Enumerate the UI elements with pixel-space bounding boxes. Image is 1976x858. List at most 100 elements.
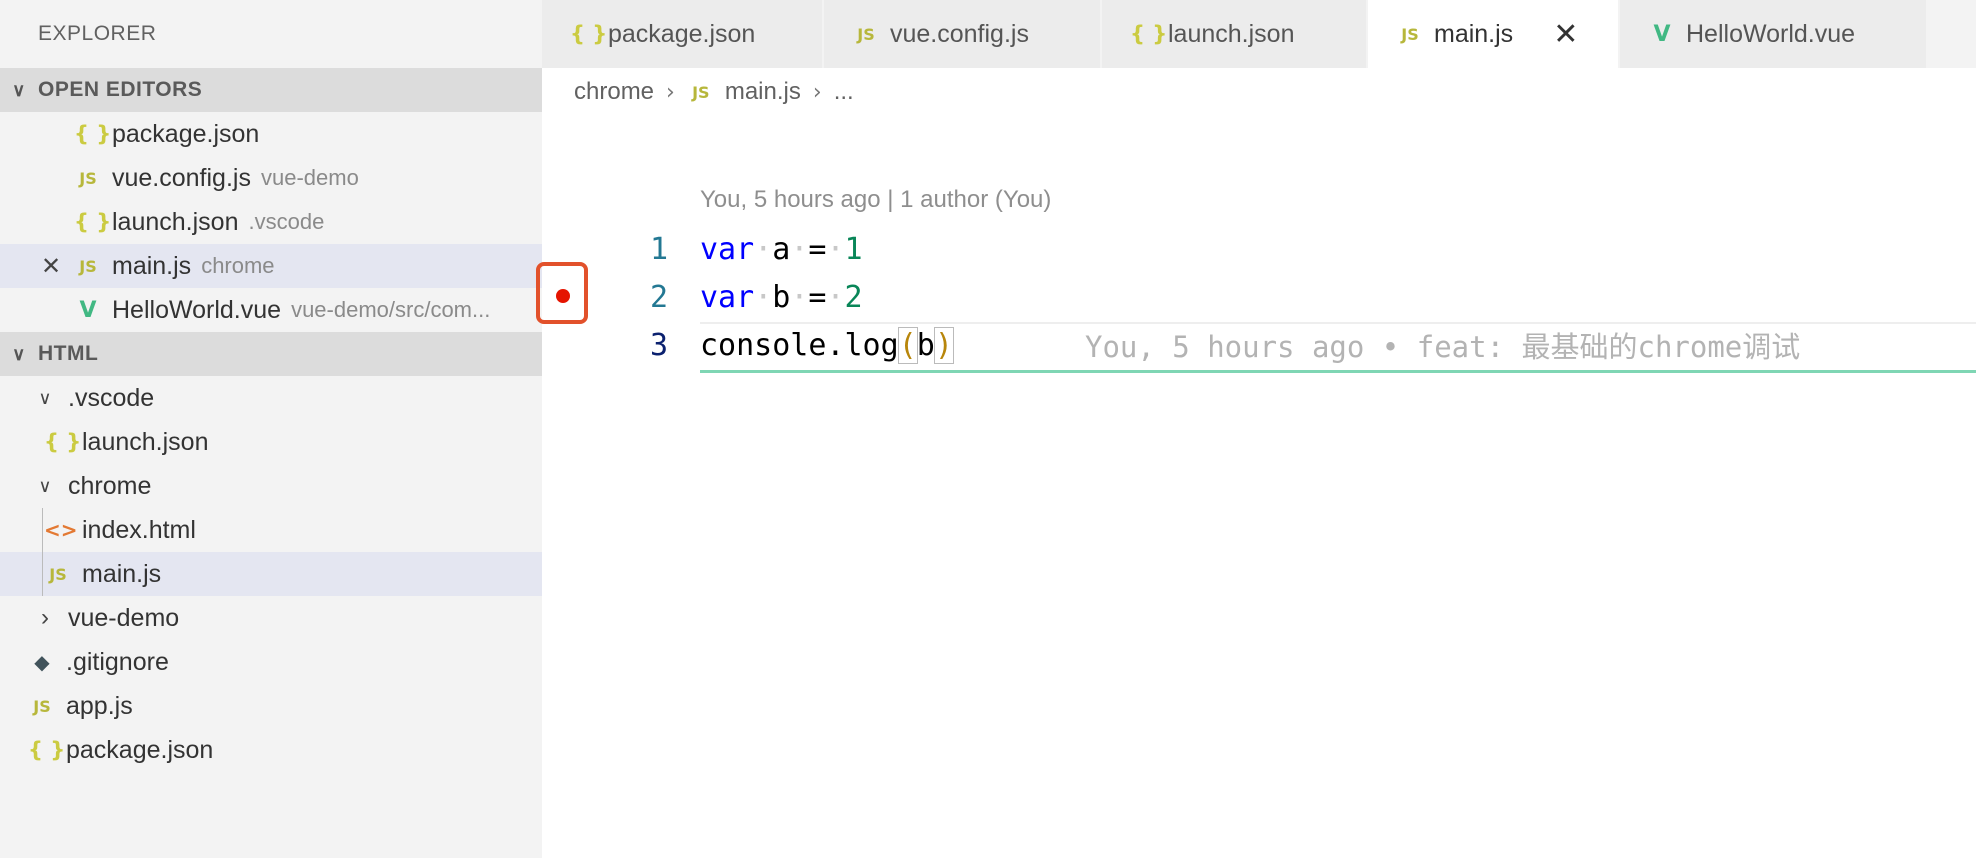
json-file-icon: { }	[44, 430, 82, 454]
line-number: 2	[649, 279, 669, 315]
tree-file-gitignore[interactable]: ◆ .gitignore	[0, 640, 542, 684]
open-editor-name: launch.json	[112, 207, 239, 236]
chevron-down-icon: ∨	[12, 79, 26, 100]
code-text: console.log(b)	[700, 326, 954, 364]
tree-file-package-json[interactable]: { } package.json	[0, 728, 542, 772]
call-expression: console.log	[700, 327, 899, 363]
line-number: 3	[649, 327, 669, 363]
chevron-right-icon: ›	[41, 604, 49, 631]
tree-item-label: .gitignore	[66, 647, 169, 676]
tab-vue-config[interactable]: JS vue.config.js	[824, 0, 1102, 68]
chevron-down-icon: ∨	[38, 475, 52, 496]
tree-item-label: .vscode	[68, 383, 155, 412]
code-text: var·a·=·1	[700, 231, 863, 267]
tab-label: vue.config.js	[890, 19, 1029, 48]
explorer-title: EXPLORER	[38, 22, 157, 45]
breadcrumb-file[interactable]: main.js	[725, 78, 801, 106]
tab-launch-json[interactable]: { } launch.json	[1102, 0, 1368, 68]
indent-guide	[42, 508, 43, 552]
chevron-right-icon: ›	[812, 79, 822, 105]
keyword: var	[700, 231, 755, 267]
json-file-icon: { }	[74, 210, 112, 234]
tree-item-label: package.json	[66, 735, 214, 764]
operator: =	[808, 231, 827, 267]
codelens-author[interactable]: You, 5 hours ago | 1 author (You)	[700, 186, 1051, 214]
open-editor-name: vue.config.js	[112, 163, 251, 192]
tree-file-launch-json[interactable]: { } launch.json	[0, 420, 542, 464]
tab-helloworld-vue[interactable]: V HelloWorld.vue	[1620, 0, 1928, 68]
tree-folder-vue-demo[interactable]: › vue-demo	[0, 596, 542, 640]
open-editor-name: HelloWorld.vue	[112, 295, 282, 324]
open-editor-desc: vue-demo	[260, 165, 359, 190]
js-file-icon: JS	[79, 168, 97, 188]
open-editor-desc: vue-demo/src/com...	[291, 297, 491, 322]
chevron-down-icon: ∨	[12, 343, 26, 364]
tab-label: package.json	[608, 19, 756, 48]
tab-main-js[interactable]: JS main.js ✕	[1368, 0, 1620, 68]
tree-item-label: launch.json	[82, 427, 209, 456]
breadcrumb-folder[interactable]: chrome	[574, 78, 654, 106]
js-file-icon: JS	[692, 82, 710, 102]
js-file-icon: JS	[33, 696, 51, 716]
keyword: var	[700, 279, 755, 315]
tree-file-index-html[interactable]: <> index.html	[0, 508, 542, 552]
tree-file-main-js[interactable]: JS main.js	[0, 552, 542, 596]
git-file-icon: ◆	[34, 650, 50, 674]
open-editor-vue-config[interactable]: JS vue.config.js vue-demo	[0, 156, 542, 200]
tree-folder-chrome[interactable]: ∨ chrome	[0, 464, 542, 508]
js-file-icon: JS	[857, 24, 875, 44]
project-label: HTML	[38, 342, 99, 365]
json-file-icon: { }	[28, 738, 66, 762]
identifier: b	[772, 279, 791, 315]
code-line-1[interactable]: 1 var·a·=·1	[540, 225, 1976, 273]
chevron-down-icon: ∨	[38, 387, 52, 408]
indent-guide	[42, 552, 43, 596]
tree-folder-vscode[interactable]: ∨ .vscode	[0, 376, 542, 420]
number-literal: 1	[844, 231, 863, 267]
tree-item-label: main.js	[82, 559, 162, 588]
tree-file-app-js[interactable]: JS app.js	[0, 684, 542, 728]
code-line-3[interactable]: 3 console.log(b) You, 5 hours ago • feat…	[540, 321, 1976, 369]
tab-label: main.js	[1434, 19, 1514, 48]
line-number: 1	[649, 231, 669, 267]
open-editor-name: main.js	[112, 251, 192, 280]
js-file-icon: JS	[79, 256, 97, 276]
tree-item-label: app.js	[66, 691, 133, 720]
js-file-icon: JS	[1401, 24, 1419, 44]
breakpoint-icon[interactable]	[556, 289, 570, 303]
open-editor-desc: .vscode	[248, 209, 325, 234]
json-file-icon: { }	[74, 122, 112, 146]
vue-file-icon: V	[79, 297, 97, 323]
breadcrumb: chrome › JS main.js › ...	[574, 70, 854, 114]
open-editors-section[interactable]: ∨ OPEN EDITORS	[0, 68, 542, 112]
identifier: b	[916, 327, 935, 363]
code-line-2[interactable]: 2 var·b·=·2	[540, 273, 1976, 321]
open-editor-main-js[interactable]: ✕ JS main.js chrome	[0, 244, 542, 288]
operator: =	[808, 279, 827, 315]
close-icon[interactable]: ✕	[36, 252, 66, 280]
project-section[interactable]: ∨ HTML	[0, 332, 542, 376]
open-paren: (	[897, 326, 918, 364]
number-literal: 2	[844, 279, 863, 315]
open-editor-launch-json[interactable]: { } launch.json .vscode	[0, 200, 542, 244]
git-blame-annotation: You, 5 hours ago • feat: 最基础的chrome调试	[1085, 330, 1801, 364]
tab-label: launch.json	[1168, 19, 1295, 48]
open-editors-label: OPEN EDITORS	[38, 78, 203, 101]
json-file-icon: { }	[570, 22, 608, 46]
close-paren: )	[933, 326, 954, 364]
tab-label: HelloWorld.vue	[1686, 19, 1856, 48]
tab-package-json[interactable]: { } package.json	[542, 0, 824, 68]
json-file-icon: { }	[1130, 22, 1168, 46]
html-file-icon: <>	[44, 518, 78, 542]
open-editor-helloworld-vue[interactable]: V HelloWorld.vue vue-demo/src/com...	[0, 288, 542, 332]
open-editor-package-json[interactable]: { } package.json	[0, 112, 542, 156]
open-editor-name: package.json	[112, 119, 260, 148]
js-file-icon: JS	[49, 564, 67, 584]
open-editor-desc: chrome	[201, 253, 275, 278]
tree-item-label: chrome	[68, 471, 152, 500]
explorer-sidebar: EXPLORER ∨ OPEN EDITORS { } package.json…	[0, 0, 542, 858]
close-icon[interactable]: ✕	[1553, 17, 1578, 52]
breadcrumb-more[interactable]: ...	[834, 78, 854, 106]
identifier: a	[772, 231, 791, 267]
tree-item-label: index.html	[82, 515, 196, 544]
